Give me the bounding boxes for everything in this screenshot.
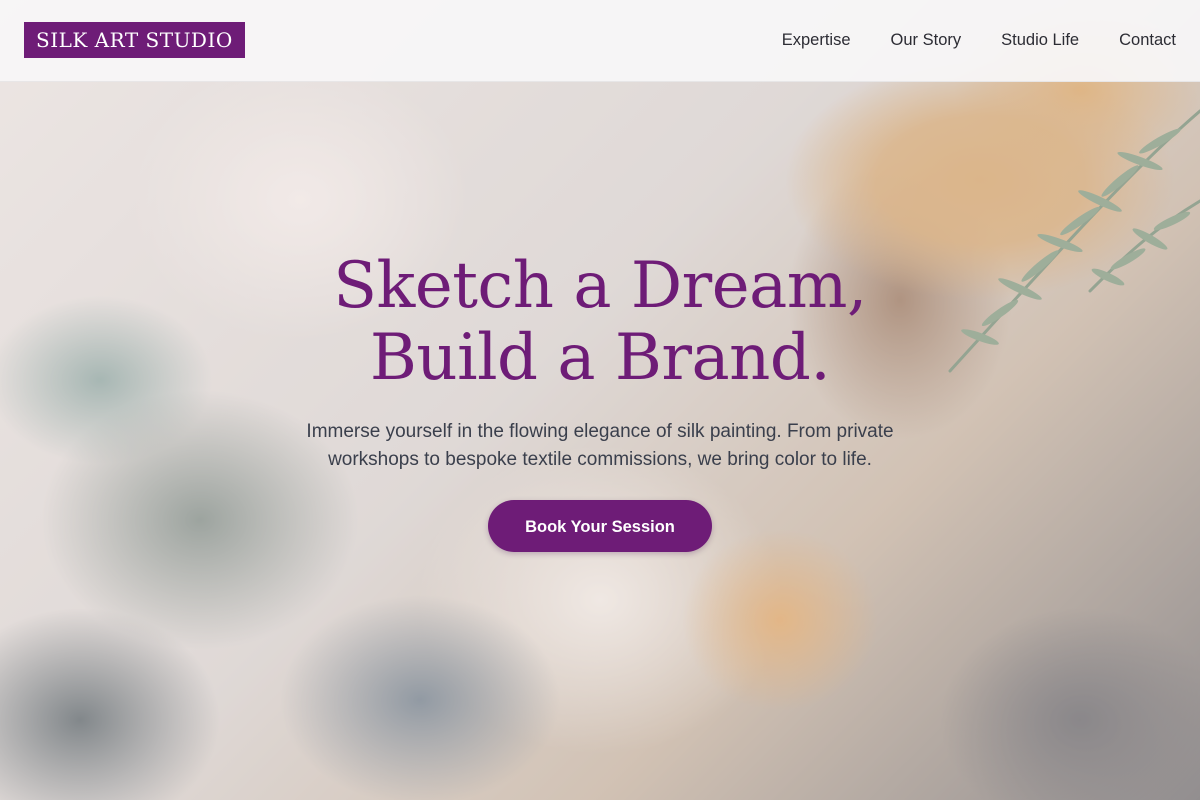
main-nav: Expertise Our Story Studio Life Contact	[782, 0, 1176, 81]
nav-link-contact[interactable]: Contact	[1119, 31, 1176, 50]
hero-title: Sketch a Dream, Build a Brand.	[0, 250, 1200, 394]
nav-link-studio-life[interactable]: Studio Life	[1001, 31, 1079, 50]
hero-subtitle: Immerse yourself in the flowing elegance…	[306, 421, 894, 470]
hero-title-line-1: Sketch a Dream,	[333, 249, 867, 323]
hero-section: Sketch a Dream, Build a Brand. Immerse y…	[0, 250, 1200, 552]
logo[interactable]: SILK ART STUDIO	[24, 22, 245, 58]
nav-link-our-story[interactable]: Our Story	[891, 31, 962, 50]
site-header: SILK ART STUDIO Expertise Our Story Stud…	[0, 0, 1200, 82]
hero-title-line-2: Build a Brand.	[369, 321, 831, 395]
nav-link-expertise[interactable]: Expertise	[782, 31, 851, 50]
book-session-button[interactable]: Book Your Session	[488, 500, 712, 552]
